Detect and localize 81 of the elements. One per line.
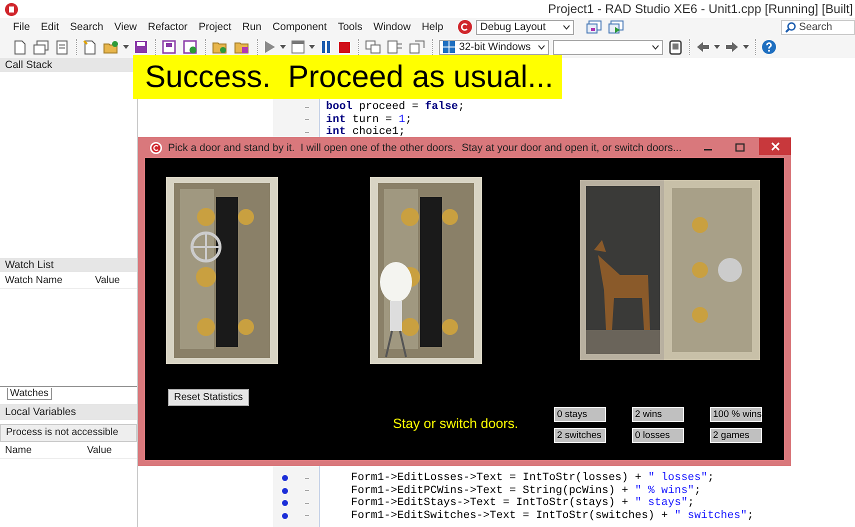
app-logo-icon — [5, 2, 18, 16]
caret-icon[interactable] — [743, 45, 749, 49]
menu-item[interactable]: Edit — [40, 21, 60, 33]
device-icon[interactable] — [669, 40, 682, 54]
windows-icon[interactable] — [33, 40, 49, 54]
window-run-icon[interactable] — [608, 20, 624, 34]
stat-field: 2 switches — [554, 428, 606, 443]
code-line: int choice1; — [326, 126, 406, 138]
window-title: Project1 - RAD Studio XE6 - Unit1.cpp [Running] [Built] — [548, 2, 854, 16]
run-to-cursor-icon[interactable] — [409, 40, 425, 54]
window-layout-icon[interactable] — [586, 20, 602, 34]
trace-into-icon[interactable] — [387, 40, 403, 54]
menu-item[interactable]: Project — [198, 21, 232, 33]
caret-icon[interactable] — [309, 45, 315, 49]
forward-arrow-icon[interactable] — [725, 41, 739, 53]
folder-icon[interactable] — [234, 40, 250, 54]
stat-field: 2 games — [710, 428, 762, 443]
pause-icon[interactable] — [320, 40, 332, 54]
document-icon[interactable] — [55, 40, 69, 54]
help-icon[interactable] — [762, 40, 776, 54]
status-message: Stay or switch doors. — [392, 416, 518, 431]
app-logo-icon — [150, 142, 162, 154]
new-document-icon[interactable] — [13, 40, 27, 54]
stop-icon[interactable] — [338, 40, 351, 54]
code-line: Form1->EditLosses->Text = IntToStr(losses) + " losses"; — [351, 472, 714, 484]
menu-item[interactable]: Window — [373, 21, 411, 33]
vault-door-drawing[interactable] — [166, 177, 278, 364]
folder-icon[interactable] — [212, 40, 228, 54]
vault-door-with-bulb-drawing[interactable] — [370, 177, 482, 364]
platform-dropdown[interactable]: 32-bit Windows — [439, 40, 549, 54]
process-status: Process is not accessible — [0, 424, 137, 442]
stat-field: 0 stays — [554, 407, 606, 422]
save-check-icon[interactable] — [183, 40, 198, 54]
column-header[interactable]: Name — [0, 444, 87, 458]
stat-field: 100 % wins — [710, 407, 762, 422]
play-icon[interactable] — [264, 40, 276, 54]
menu-item[interactable]: Component — [272, 21, 327, 33]
code-line: Form1->EditStays->Text = IntToStr(stays) + " stays"; — [351, 497, 694, 510]
dialog-title: Pick a door and stand by it. I will open one of the other doors. Stay at your door and open it, or switch doors... — [168, 142, 683, 154]
chevron-icon — [563, 24, 570, 30]
code-line: bool proceed = false; — [326, 101, 465, 114]
column-header[interactable]: Value — [95, 274, 120, 288]
code-line: int turn = 1; — [326, 114, 412, 126]
save-all-icon[interactable] — [162, 40, 177, 54]
menu-item[interactable]: Tools — [338, 21, 362, 33]
window-icon[interactable] — [291, 40, 305, 54]
column-header[interactable]: Watch Name — [0, 274, 95, 288]
menu-item[interactable]: File — [13, 21, 30, 33]
maximize-icon[interactable] — [735, 142, 745, 152]
search-field[interactable]: Search — [781, 20, 855, 34]
panel-header: Local Variables — [0, 404, 137, 420]
chevron-icon — [652, 44, 659, 50]
code-line: Form1->EditSwitches->Text = IntToStr(switches) + " switches"; — [351, 510, 754, 522]
reset-statistics-button[interactable]: Reset Statistics — [168, 389, 249, 406]
chevron-icon — [538, 44, 545, 50]
open-vault-with-goat-drawing[interactable] — [580, 180, 760, 360]
watches-tab[interactable]: Watches — [7, 388, 52, 400]
success-banner: Success. Proceed as usual... — [133, 55, 562, 99]
code-line: Form1->EditPCWins->Text = String(pcWins) + " % wins"; — [351, 484, 701, 497]
caret-icon[interactable] — [280, 45, 286, 49]
product-logo-icon[interactable] — [458, 20, 472, 34]
menu-item[interactable]: Help — [422, 21, 444, 33]
back-arrow-icon[interactable] — [696, 41, 710, 53]
caret-icon[interactable] — [123, 45, 129, 49]
close-button[interactable] — [759, 138, 791, 154]
save-icon[interactable] — [134, 40, 148, 54]
windows-logo-icon — [443, 41, 455, 53]
layout-dropdown[interactable]: Debug Layout — [476, 20, 574, 34]
close-icon — [770, 142, 780, 150]
menu-item[interactable]: Refactor — [148, 21, 188, 33]
step-over-icon[interactable] — [365, 40, 381, 54]
menu-item[interactable]: Run — [242, 21, 262, 33]
new-document-icon[interactable] — [83, 40, 97, 54]
open-folder-icon[interactable] — [103, 40, 119, 54]
stat-field: 2 wins — [632, 407, 684, 422]
menu-item[interactable]: View — [114, 21, 137, 33]
menu-item[interactable]: Search — [70, 21, 104, 33]
stat-field: 0 losses — [632, 428, 684, 443]
column-header[interactable]: Value — [87, 444, 112, 458]
panel-header: Watch List — [0, 258, 137, 272]
caret-icon[interactable] — [714, 45, 720, 49]
